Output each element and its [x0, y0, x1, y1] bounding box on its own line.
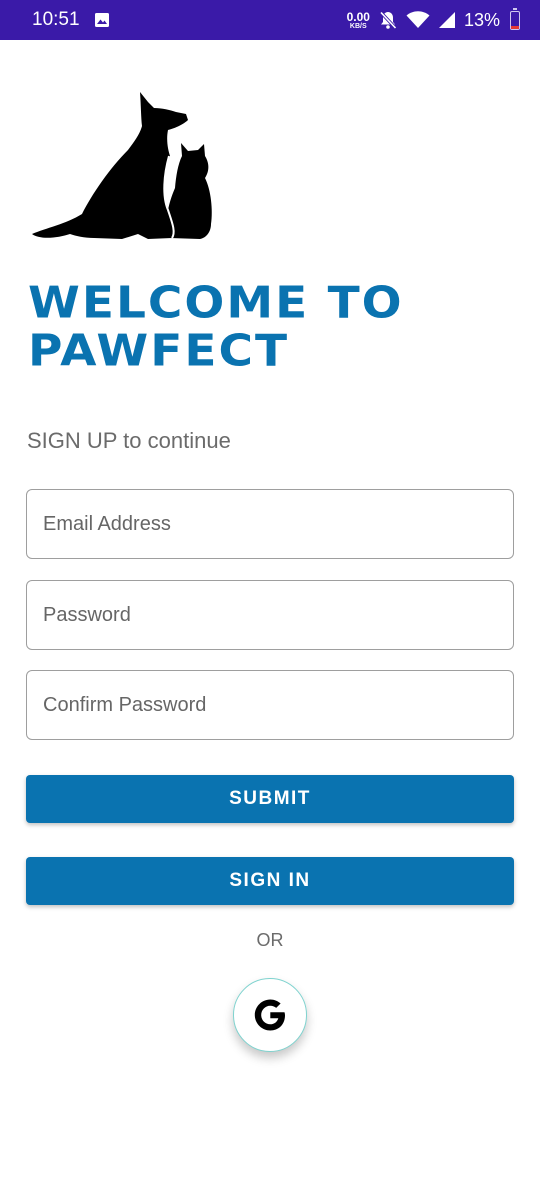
welcome-title: WELCOME TO PAWFECT [28, 280, 404, 376]
network-speed-unit: KB/S [349, 22, 367, 30]
battery-icon [510, 7, 520, 30]
google-sign-in-button[interactable] [233, 978, 307, 1052]
welcome-title-line1: WELCOME TO [28, 278, 404, 329]
password-input[interactable] [43, 603, 513, 627]
network-speed-value: 0.00 [346, 9, 370, 24]
sign-in-button[interactable]: SIGN IN [26, 857, 514, 905]
submit-button[interactable]: SUBMIT [26, 775, 514, 823]
cellular-signal-icon [438, 12, 455, 28]
confirm-password-input[interactable] [43, 693, 513, 717]
email-input[interactable] [43, 512, 513, 536]
signup-subtitle: SIGN UP to continue [27, 428, 231, 453]
status-left: 10:51 [32, 9, 110, 31]
status-right: 0.00 KB/S 13% [347, 7, 520, 31]
network-speed: 0.00 KB/S [347, 11, 370, 30]
email-field[interactable] [26, 489, 514, 559]
google-icon [254, 999, 285, 1031]
notifications-off-icon [379, 11, 397, 30]
wifi-icon [406, 11, 430, 28]
status-bar: 10:51 0.00 KB/S 13% [0, 0, 540, 40]
battery-percent: 13% [463, 9, 500, 30]
dog-cat-logo [32, 92, 212, 239]
password-field[interactable] [26, 580, 514, 650]
status-time: 10:51 [32, 9, 80, 30]
image-notification-icon [94, 13, 109, 27]
welcome-title-line2: PAWFECT [28, 326, 290, 377]
confirm-password-field[interactable] [26, 670, 514, 740]
or-divider: OR [256, 930, 284, 950]
